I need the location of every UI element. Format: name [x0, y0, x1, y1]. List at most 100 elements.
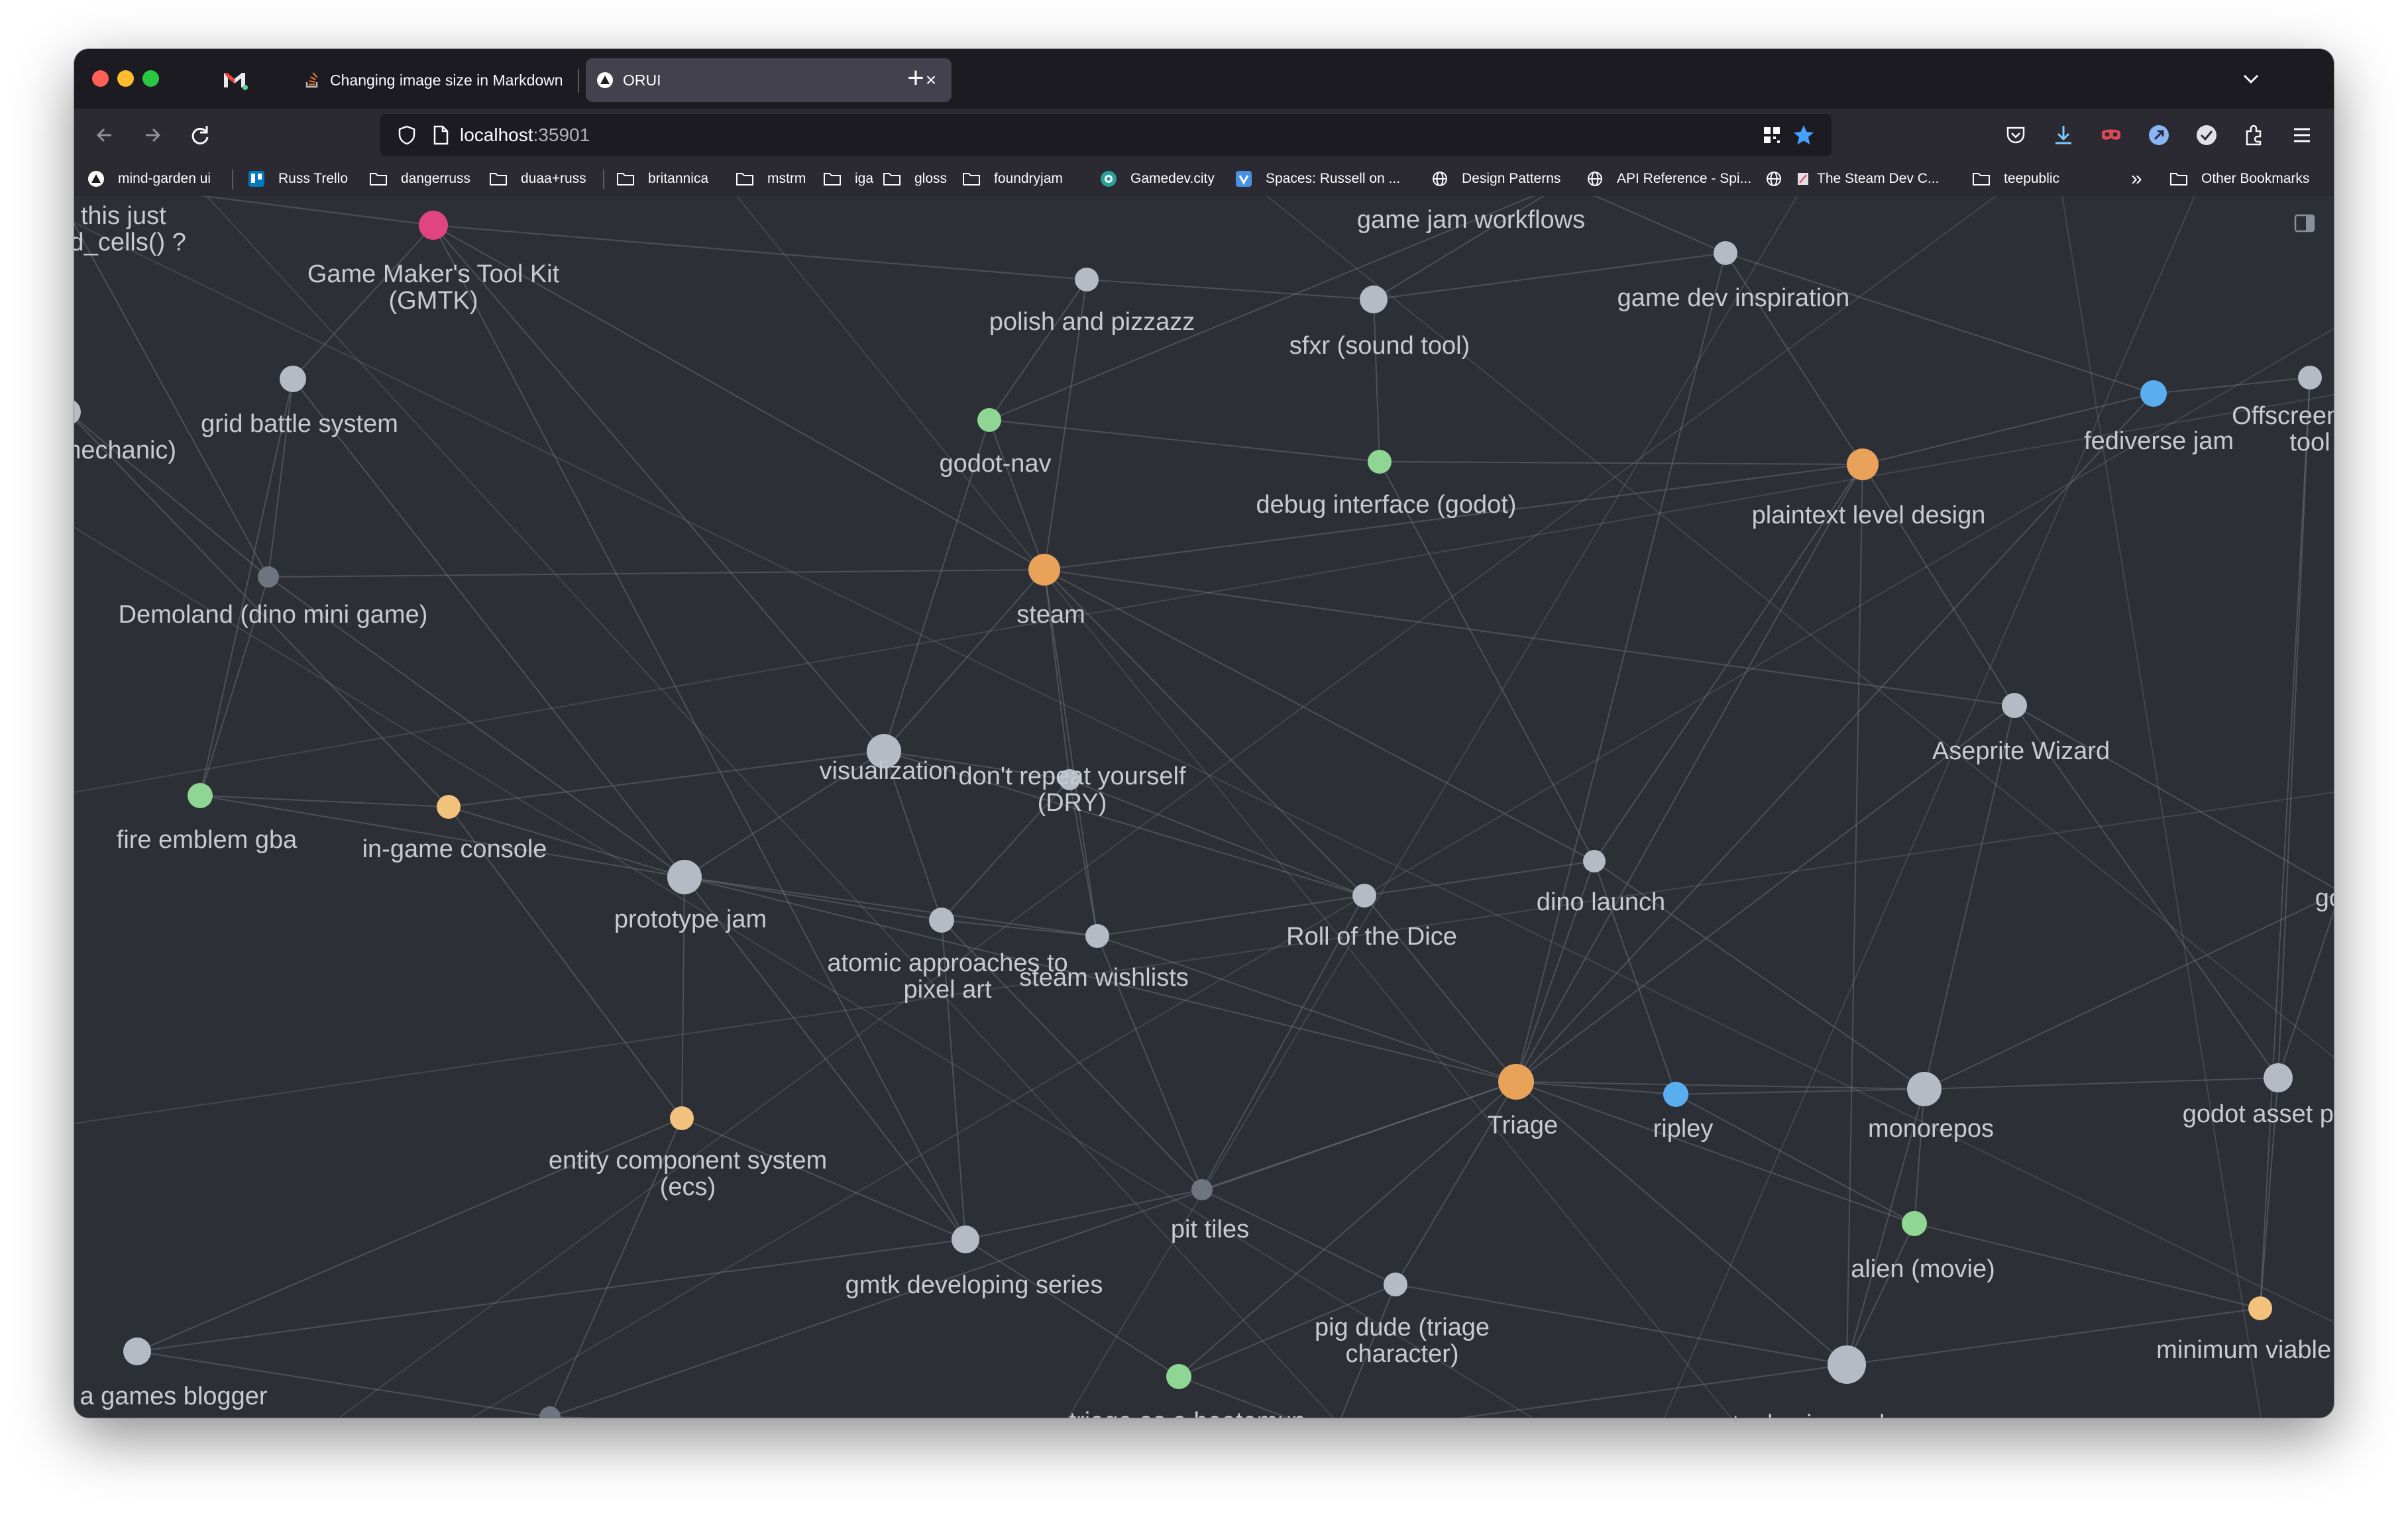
node-label-fediverse[interactable]: fediverse jam [2084, 428, 2234, 454]
zoom-window-button[interactable] [142, 70, 159, 87]
graph-node-gridbattle[interactable] [280, 366, 306, 392]
node-label-ecs[interactable]: entity component system (ecs) [549, 1147, 827, 1200]
graph-node-demoland[interactable] [258, 566, 279, 588]
node-label-visualization[interactable]: visualization [820, 758, 957, 784]
pinned-tab-gmail[interactable] [220, 65, 249, 94]
bookmark-russ-trello[interactable]: Russ Trello [248, 168, 348, 189]
extensions-puzzle-icon[interactable] [2237, 118, 2271, 152]
node-label-inspiration[interactable]: game dev inspiration [1617, 285, 1850, 311]
node-label-offscreen[interactable]: Offscreen Inditool [2232, 403, 2334, 456]
node-label-triage[interactable]: Triage [1488, 1112, 1558, 1139]
node-label-demoland[interactable]: Demoland (dino mini game) [119, 602, 428, 628]
node-label-gridbattle[interactable]: grid battle system [201, 411, 398, 437]
node-label-dry[interactable]: don't repeat yourself (DRY) [958, 763, 1185, 816]
node-label-assetpipe[interactable]: godot asset pi [2183, 1101, 2334, 1127]
graph-node-blogger[interactable] [123, 1337, 151, 1365]
graph-node-atomic[interactable] [929, 908, 954, 933]
close-window-button[interactable] [92, 70, 109, 87]
node-label-fireemblem[interactable]: fire emblem gba [117, 827, 297, 853]
graph-node-pigdude[interactable] [1384, 1273, 1407, 1296]
graph-node-console[interactable] [437, 795, 461, 819]
node-label-mechanic[interactable]: ne mechanic) [74, 437, 176, 464]
node-label-gamejam[interactable]: game jam workflows [1357, 207, 1585, 233]
bookmark-the-steam-dev-c[interactable]: The Steam Dev C... [1765, 168, 1939, 189]
bookmark-dangerruss[interactable]: dangerruss [369, 168, 470, 189]
pocket-icon[interactable] [1998, 118, 2033, 152]
bookmark-spaces-russell-on[interactable]: Spaces: Russell on ... [1235, 168, 1400, 189]
sidebar-toggle-icon[interactable] [2294, 213, 2315, 233]
bookmark-teepublic[interactable]: teepublic [1972, 168, 2059, 189]
reload-icon[interactable] [183, 118, 217, 152]
more-bookmarks-chevron-icon[interactable]: » [2131, 168, 2142, 189]
bookmark-gamedev-city[interactable]: Gamedev.city [1100, 168, 1215, 189]
node-label-gmtkseries[interactable]: gmtk developing series [846, 1272, 1103, 1298]
bookmark-foundryjam[interactable]: foundryjam [962, 168, 1063, 189]
new-tab-button[interactable]: + [896, 60, 936, 99]
graph-node-plaintext[interactable] [1847, 448, 1879, 480]
shield-icon[interactable] [396, 125, 417, 146]
page-icon[interactable] [431, 125, 451, 146]
graph-node-godotnav[interactable] [977, 408, 1001, 432]
bookmark-duaa-russ[interactable]: duaa+russ [489, 168, 586, 189]
graph-node-fediverse[interactable] [2140, 380, 2167, 407]
graph-node-debug[interactable] [1368, 450, 1392, 474]
graph-canvas[interactable]: sn't this just_used_cells() ? Game Maker'… [74, 196, 2334, 1418]
node-label-steam[interactable]: steam [1016, 602, 1085, 628]
private-mask-icon[interactable] [2094, 118, 2128, 152]
graph-node-gmtk[interactable] [419, 211, 448, 240]
graph-node-alien[interactable] [1902, 1211, 1927, 1236]
node-label-ripley[interactable]: ripley [1653, 1116, 1714, 1142]
node-label-polish[interactable]: polish and pizzazz [989, 309, 1195, 335]
address-bar[interactable]: localhost:35901 [380, 114, 1832, 156]
node-label-alien[interactable]: alien (movie) [1851, 1256, 1995, 1282]
graph-node-offscreen[interactable] [2298, 366, 2322, 390]
graph-node-dinolaunch[interactable] [1583, 850, 1606, 872]
graph-node-aseprite[interactable] [2002, 693, 2027, 718]
node-label-blogger[interactable]: a games blogger [80, 1383, 267, 1410]
bookmark-star-icon[interactable] [1792, 123, 1816, 147]
node-label-monorepos[interactable]: monorepos [1868, 1116, 1994, 1142]
back-icon[interactable] [87, 118, 122, 152]
node-label-plaintext[interactable]: plaintext level design [1752, 502, 1986, 529]
node-label-pigdude[interactable]: pig dude (triage character) [1315, 1314, 1490, 1367]
chevron-down-icon[interactable] [2234, 62, 2268, 95]
forward-icon[interactable] [135, 118, 170, 152]
node-label-sfxr[interactable]: sfxr (sound tool) [1289, 333, 1470, 359]
node-label-aseprite[interactable]: Aseprite Wizard [1932, 738, 2110, 764]
url-text[interactable]: localhost:35901 [460, 125, 590, 146]
graph-node-pittiles[interactable] [1191, 1179, 1213, 1200]
graph-node-fireemblem[interactable] [188, 783, 213, 808]
graph-node-polish[interactable] [1075, 268, 1099, 291]
bookmark-api-reference-spi[interactable]: API Reference - Spi... [1586, 168, 1751, 189]
node-label-godotnav[interactable]: godot-nav [939, 450, 1051, 477]
node-label-cells[interactable]: sn't this just_used_cells() ? [74, 203, 186, 256]
node-label-debug[interactable]: debug interface (godot) [1256, 492, 1517, 518]
node-label-console[interactable]: in-game console [362, 836, 547, 863]
graph-node-tools[interactable] [1828, 1345, 1866, 1384]
download-icon[interactable] [2046, 118, 2081, 152]
graph-node-minviable[interactable] [2248, 1296, 2272, 1320]
graph-node-sfxr[interactable] [1360, 286, 1388, 313]
graph-node-beatemup[interactable] [1166, 1364, 1191, 1389]
node-label-pittiles[interactable]: pit tiles [1171, 1216, 1249, 1243]
node-label-dinolaunch[interactable]: dino launch [1537, 889, 1665, 915]
bookmark-mstrm[interactable]: mstrm [736, 168, 806, 189]
bookmark-gloss[interactable]: gloss [883, 168, 947, 189]
graph-node-wishlists[interactable] [1085, 924, 1109, 948]
graph-node-assetpipe[interactable] [2264, 1063, 2293, 1092]
graph-node-ecs[interactable] [670, 1106, 694, 1130]
bookmark-other-bookmarks[interactable]: Other Bookmarks [2169, 168, 2309, 189]
graph-node-monorepos[interactable] [1907, 1072, 1942, 1106]
node-label-minviable[interactable]: minimum viable g [2156, 1337, 2334, 1363]
graph-node-inspiration[interactable] [1714, 241, 1737, 265]
bookmark-iga[interactable]: iga [823, 168, 873, 189]
minimize-window-button[interactable] [117, 70, 134, 87]
node-label-prototype[interactable]: prototype jam [614, 906, 767, 933]
node-label-gmtk[interactable]: Game Maker's Tool Kit (GMTK) [307, 261, 559, 314]
graph-node-ripley[interactable] [1663, 1082, 1688, 1107]
node-label-rolldice[interactable]: Roll of the Dice [1286, 923, 1457, 950]
node-label-wishlists[interactable]: steam wishlists [1019, 965, 1189, 991]
extension-globe-icon[interactable] [2189, 118, 2224, 152]
bookmark-design-patterns[interactable]: Design Patterns [1431, 168, 1560, 189]
graph-node-triage[interactable] [1498, 1064, 1534, 1100]
